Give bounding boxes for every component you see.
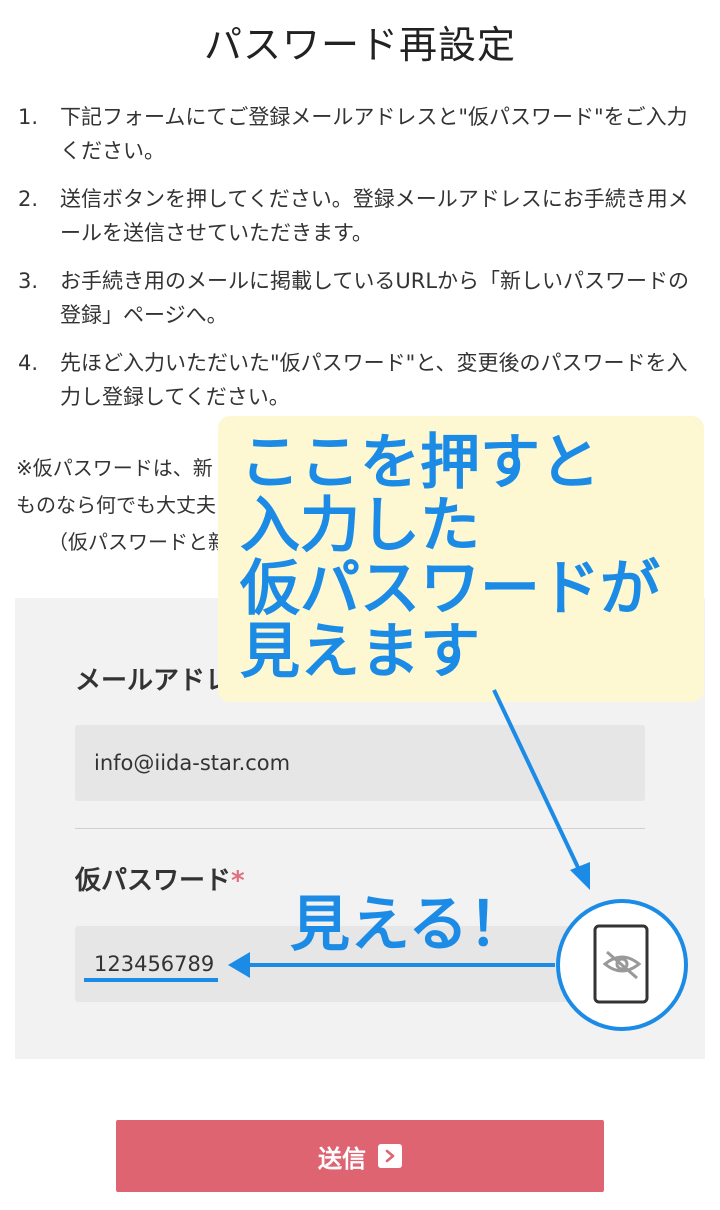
instruction-step-3: 3. お手続き用のメールに掲載しているURLから「新しいパスワードの登録」ページ… <box>18 264 698 332</box>
callout-line-2: 入力した <box>240 491 480 561</box>
callout-line-1: ここを押すと <box>240 428 600 498</box>
password-label: 仮パスワード* <box>75 860 245 897</box>
instruction-step-1: 1. 下記フォームにてご登録メールアドレスと"仮パスワード"をご入力ください。 <box>18 100 698 168</box>
annotation-callout-text: ここを押すと 入力した 仮パスワードが 見えます <box>240 432 700 684</box>
required-mark: * <box>231 866 245 896</box>
instruction-step-4: 4. 先ほど入力いただいた"仮パスワード"と、変更後のパスワードを入力し登録して… <box>18 346 698 414</box>
step-number: 4. <box>18 351 39 375</box>
email-field[interactable]: info@iida-star.com <box>75 725 645 801</box>
arrow-right-icon <box>378 1144 402 1168</box>
submit-label: 送信 <box>318 1145 366 1173</box>
step-number: 2. <box>18 187 39 211</box>
submit-button[interactable]: 送信 <box>116 1120 604 1192</box>
step-text: 先ほど入力いただいた"仮パスワード"と、変更後のパスワードを入力し登録してくださ… <box>60 351 688 409</box>
step-text: 下記フォームにてご登録メールアドレスと"仮パスワード"をご入力ください。 <box>60 105 688 163</box>
instructions-list: 1. 下記フォームにてご登録メールアドレスと"仮パスワード"をご入力ください。 … <box>18 100 698 428</box>
password-reset-page: パスワード再設定 1. 下記フォームにてご登録メールアドレスと"仮パスワード"を… <box>0 0 720 1210</box>
callout-line-3: 仮パスワードが <box>240 554 660 624</box>
step-number: 1. <box>18 105 39 129</box>
annotation-visible-label: 見える！ <box>290 890 529 960</box>
form-divider <box>75 828 645 829</box>
step-text: 送信ボタンを押してください。登録メールアドレスにお手続き用メールを送信させていた… <box>60 187 689 245</box>
page-title: パスワード再設定 <box>203 23 516 67</box>
annotation-callout: ここを押すと 入力した 仮パスワードが 見えます <box>218 416 704 702</box>
callout-line-4: 見えます <box>240 617 480 687</box>
password-highlight-underline <box>84 978 218 982</box>
instruction-step-2: 2. 送信ボタンを押してください。登録メールアドレスにお手続き用メールを送信させ… <box>18 182 698 250</box>
step-number: 3. <box>18 269 39 293</box>
step-text: お手続き用のメールに掲載しているURLから「新しいパスワードの登録」ページへ。 <box>60 269 690 327</box>
eye-slash-icon[interactable] <box>555 898 689 1032</box>
password-label-text: 仮パスワード <box>75 866 232 896</box>
